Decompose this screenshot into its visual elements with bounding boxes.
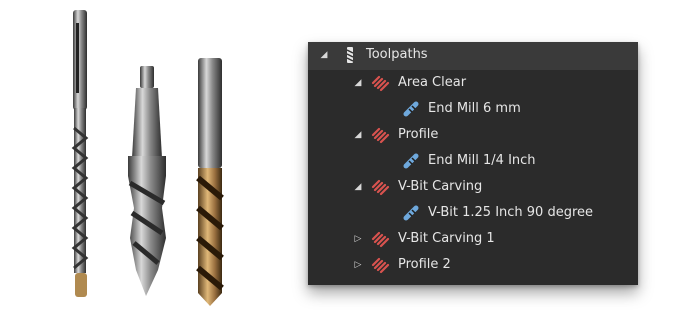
tree-tool-end-mill-quarter-inch[interactable]: End Mill 1/4 Inch <box>308 148 638 174</box>
expand-arrow-icon[interactable]: ◢ <box>318 49 330 61</box>
tree-tool-end-mill-6mm[interactable]: End Mill 6 mm <box>308 96 638 122</box>
toolpath-icon <box>371 127 390 144</box>
tree-item-area-clear[interactable]: ◢ Area Clear <box>308 70 638 96</box>
tree-root-label: Toolpaths <box>366 47 428 62</box>
toolpath-icon <box>371 231 390 248</box>
tree-tool-v-bit[interactable]: V-Bit 1.25 Inch 90 degree <box>308 200 638 226</box>
tree-item-profile-2[interactable]: ▷ Profile 2 <box>308 252 638 278</box>
tool-icon <box>403 101 419 117</box>
toolpaths-tree-panel: ◢ Toolpaths ◢ Area Clear End Mill 6 mm ◢… <box>308 42 638 285</box>
toolpaths-icon <box>346 47 354 63</box>
twist-bit <box>196 58 224 306</box>
masonry-bit <box>71 10 89 297</box>
tree-header-row[interactable]: ◢ Toolpaths <box>308 42 638 70</box>
tool-icon <box>403 205 419 221</box>
tree-tool-label: V-Bit 1.25 Inch 90 degree <box>428 205 594 220</box>
expand-arrow-icon[interactable]: ◢ <box>352 77 364 89</box>
tree-item-v-bit-carving[interactable]: ◢ V-Bit Carving <box>308 174 638 200</box>
toolpath-icon <box>371 179 390 196</box>
tree-item-label: V-Bit Carving <box>398 179 483 194</box>
collapsed-arrow-icon[interactable]: ▷ <box>352 233 364 245</box>
tree-tool-label: End Mill 1/4 Inch <box>428 153 536 168</box>
tree-item-label: Profile 2 <box>398 257 451 272</box>
expand-arrow-icon[interactable]: ◢ <box>352 181 364 193</box>
tree-item-label: V-Bit Carving 1 <box>398 231 495 246</box>
tree-item-label: Profile <box>398 127 439 142</box>
toolpath-icon <box>371 75 390 92</box>
collapsed-arrow-icon[interactable]: ▷ <box>352 259 364 271</box>
expand-arrow-icon[interactable]: ◢ <box>352 129 364 141</box>
tree-item-profile[interactable]: ◢ Profile <box>308 122 638 148</box>
toolpath-icon <box>371 257 390 274</box>
tool-icon <box>403 153 419 169</box>
tree-item-v-bit-carving-1[interactable]: ▷ V-Bit Carving 1 <box>308 226 638 252</box>
step-bit <box>128 66 166 296</box>
tree-tool-label: End Mill 6 mm <box>428 101 521 116</box>
tree-item-label: Area Clear <box>398 75 467 90</box>
drill-bits-image <box>71 10 224 306</box>
